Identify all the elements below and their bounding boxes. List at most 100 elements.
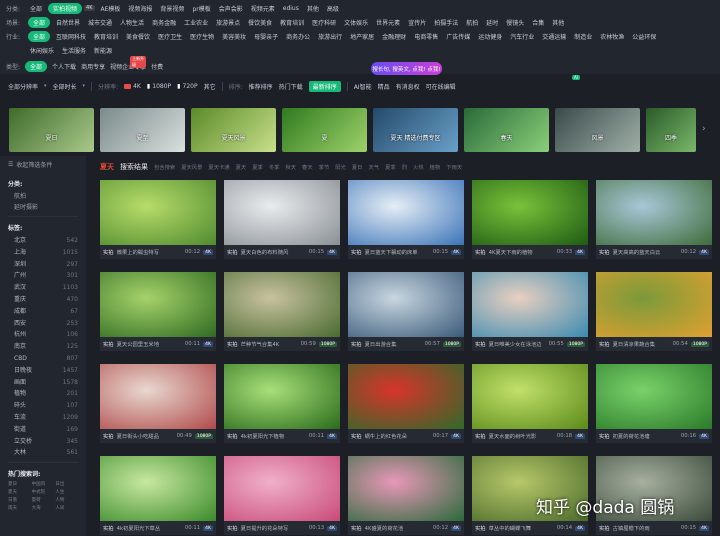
category-card[interactable]: 夏天风景 bbox=[191, 108, 276, 152]
video-thumbnail[interactable] bbox=[100, 272, 216, 337]
video-title[interactable]: 夏天白色的布料随风 bbox=[241, 248, 306, 256]
video-tile[interactable]: 实拍 4k初夏阳光下草丛 00:11 4K bbox=[100, 456, 216, 535]
category-card[interactable]: 风景 bbox=[555, 108, 640, 152]
hot-search-term[interactable]: 日落 bbox=[8, 497, 31, 503]
video-tile[interactable]: 实拍 初夏的荷花池塘 00:16 4K bbox=[596, 364, 712, 443]
sidebar-tag-item[interactable]: 上海 1015 bbox=[8, 247, 78, 259]
video-thumbnail[interactable] bbox=[100, 364, 216, 429]
video-tile[interactable]: 实拍 4K盛夏的荷花池 00:12 4K bbox=[348, 456, 464, 535]
video-title[interactable]: 微果上的瓢虫特写 bbox=[117, 248, 182, 256]
filter-option[interactable]: 世界元素 bbox=[374, 17, 402, 28]
sort-option[interactable]: 其它 bbox=[204, 82, 216, 91]
video-title[interactable]: 夏日唯美少女在泳池边 bbox=[489, 340, 546, 348]
sidebar-tag-item[interactable]: 广州 301 bbox=[8, 270, 78, 282]
sidebar-tag-item[interactable]: 画面 1578 bbox=[8, 377, 78, 389]
video-title[interactable]: 夏日街头小吃甜品 bbox=[117, 432, 174, 440]
sidebar-class-item[interactable]: 延时摄影 bbox=[8, 202, 78, 213]
filter-option[interactable]: 运动健身 bbox=[476, 31, 504, 42]
video-thumbnail[interactable] bbox=[596, 364, 712, 429]
hot-search-term[interactable]: 日出 bbox=[55, 481, 78, 487]
related-tag[interactable]: 阳光 bbox=[335, 163, 346, 171]
filter-option[interactable]: 其他 bbox=[550, 17, 566, 28]
sidebar-tag-item[interactable]: 武汉 1103 bbox=[8, 282, 78, 294]
video-tile[interactable]: 实拍 微果上的瓢虫特写 00:12 4K bbox=[100, 180, 216, 259]
video-tile[interactable]: 实拍 夏日清凉果蔬合集 00:54 1080P bbox=[596, 272, 712, 351]
filter-option[interactable]: 新能源 bbox=[92, 45, 114, 56]
video-thumbnail[interactable] bbox=[348, 272, 464, 337]
sidebar-tag-item[interactable]: 碎头 107 bbox=[8, 400, 78, 412]
type-option[interactable]: 视频企业专享 上新升级 bbox=[110, 55, 147, 71]
filter-option[interactable]: 商务办公 bbox=[284, 31, 312, 42]
category-card[interactable]: 夏 bbox=[282, 108, 367, 152]
filter-option[interactable]: 实拍视频 bbox=[48, 2, 83, 14]
sort-option[interactable]: 1080P bbox=[152, 83, 171, 90]
collapse-filters-button[interactable]: ☰ 收起筛选条件 bbox=[8, 160, 78, 169]
filter-option[interactable]: 高级 bbox=[325, 3, 341, 14]
sidebar-tag-item[interactable]: 西安 253 bbox=[8, 318, 78, 330]
sidebar-tag-item[interactable]: 深圳 297 bbox=[8, 259, 78, 271]
video-tile[interactable]: 实拍 夏天水面的树叶光影 00:18 4K bbox=[472, 364, 588, 443]
filter-option[interactable]: 合集 bbox=[530, 17, 546, 28]
filter-option[interactable]: 公益环保 bbox=[630, 31, 658, 42]
video-tile[interactable]: 实拍 芒种节气合集4K 00:59 1080P bbox=[224, 272, 340, 351]
video-thumbnail[interactable] bbox=[348, 364, 464, 429]
related-tag[interactable]: 包含搜索 bbox=[154, 163, 175, 171]
filter-option[interactable]: edius bbox=[281, 4, 301, 13]
hot-search-term[interactable]: 人物 bbox=[55, 497, 78, 503]
resolution-4k-option[interactable]: 4K bbox=[124, 83, 141, 90]
video-title[interactable]: 4k初夏阳光下植物 bbox=[241, 432, 306, 440]
video-title[interactable]: 4K夏天下雨的植物 bbox=[489, 248, 554, 256]
video-tile[interactable]: 实拍 夏天高高的蓝天白云 00:12 4K bbox=[596, 180, 712, 259]
sidebar-class-item[interactable]: 航拍 bbox=[8, 191, 78, 202]
filter-option[interactable]: 金融理财 bbox=[380, 31, 408, 42]
type-option[interactable]: 个人下载 bbox=[52, 62, 76, 71]
video-tile[interactable]: 实拍 夏日提升的花朵特写 00:13 4K bbox=[224, 456, 340, 535]
video-tile[interactable]: 实拍 夏天公园里玉米地 00:11 4K bbox=[100, 272, 216, 351]
related-tag[interactable]: 火热 bbox=[413, 163, 424, 171]
video-thumbnail[interactable] bbox=[472, 364, 588, 429]
filter-option[interactable]: 生活服务 bbox=[60, 45, 88, 56]
filter-option[interactable]: 农林牧渔 bbox=[598, 31, 626, 42]
sidebar-tag-item[interactable]: 成都 67 bbox=[8, 306, 78, 318]
sidebar-tag-item[interactable]: 车流 1209 bbox=[8, 412, 78, 424]
filter-option[interactable]: 视频海报 bbox=[126, 3, 154, 14]
video-thumbnail[interactable] bbox=[472, 180, 588, 245]
related-tag[interactable]: 夏天 bbox=[236, 163, 247, 171]
resolution-option[interactable]: ▮ 1080P bbox=[147, 83, 171, 90]
related-tag[interactable]: 夏季 bbox=[252, 163, 263, 171]
related-tag[interactable]: 冬季 bbox=[269, 163, 280, 171]
video-title[interactable]: 夏天高高的蓝天白云 bbox=[613, 248, 678, 256]
sort-option[interactable]: 有消息权 bbox=[396, 82, 420, 91]
filter-option[interactable]: 餐饮美食 bbox=[246, 17, 274, 28]
filter-option[interactable]: 视频元素 bbox=[249, 3, 277, 14]
video-thumbnail[interactable] bbox=[224, 364, 340, 429]
sidebar-tag-item[interactable]: 大林 561 bbox=[8, 447, 78, 459]
filter-option[interactable]: 制造业 bbox=[572, 31, 594, 42]
video-title[interactable]: 芒种节气合集4K bbox=[241, 340, 298, 348]
filter-option[interactable]: 背景视频 bbox=[158, 3, 186, 14]
video-thumbnail[interactable] bbox=[224, 180, 340, 245]
filter-option[interactable]: 其他 bbox=[305, 3, 321, 14]
video-tile[interactable]: 实拍 夏日出游合集 00:57 1080P bbox=[348, 272, 464, 351]
sort-option[interactable]: 推荐排序 bbox=[249, 82, 273, 91]
hot-search-term[interactable]: 人生 bbox=[55, 489, 78, 495]
related-tag[interactable]: 天气 bbox=[368, 163, 379, 171]
video-title[interactable]: 蜗牛上的红色花朵 bbox=[365, 432, 430, 440]
filter-option[interactable]: 交通运输 bbox=[540, 31, 568, 42]
video-title[interactable]: 夏天水面的树叶光影 bbox=[489, 432, 554, 440]
filter-option[interactable]: 医疗科研 bbox=[310, 17, 338, 28]
video-tile[interactable]: 实拍 4K夏天下雨的植物 00:33 4K bbox=[472, 180, 588, 259]
sort-option[interactable]: 热门下载 bbox=[279, 82, 303, 91]
video-thumbnail[interactable] bbox=[348, 456, 464, 521]
video-title[interactable]: 夏天公园里玉米地 bbox=[117, 340, 182, 348]
category-card[interactable]: 四季 bbox=[646, 108, 696, 152]
filter-option[interactable]: 电商零售 bbox=[412, 31, 440, 42]
filter-option[interactable]: 文体娱乐 bbox=[342, 17, 370, 28]
related-tag[interactable]: 夏天卡通 bbox=[208, 163, 229, 171]
filter-option[interactable]: 休闲娱乐 bbox=[28, 45, 56, 56]
video-tile[interactable]: 实拍 夏日蓝天下飘动的床单 00:15 4K bbox=[348, 180, 464, 259]
filter-option[interactable]: 教育培训 bbox=[92, 31, 120, 42]
related-tag[interactable]: 夏季 bbox=[385, 163, 396, 171]
sort-option[interactable]: 720P bbox=[183, 83, 198, 90]
filter-option[interactable]: 人物生活 bbox=[118, 17, 146, 28]
